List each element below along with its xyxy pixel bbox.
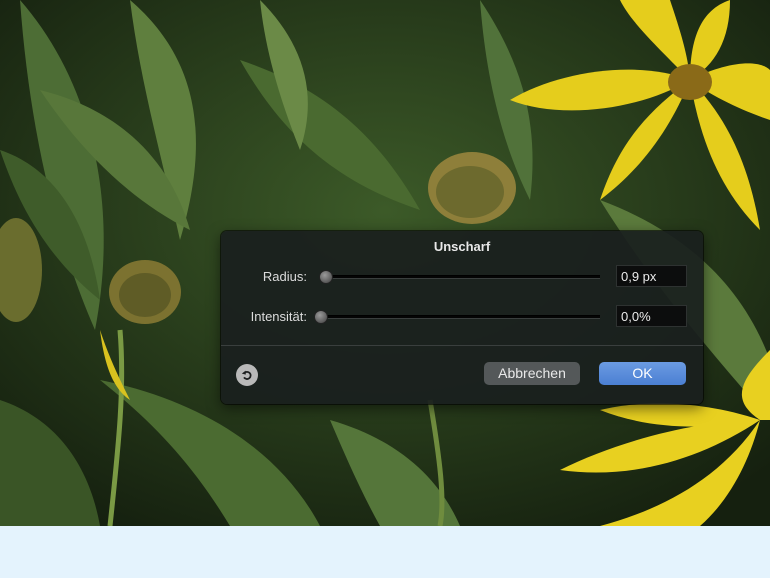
dialog-divider [221, 345, 703, 346]
radius-value-field[interactable]: 0,9 px [616, 265, 687, 287]
unscharf-dialog: Unscharf Radius: 0,9 px Intensität: 0,0%… [221, 231, 703, 404]
dialog-title: Unscharf [433, 239, 491, 254]
reset-button[interactable] [236, 364, 258, 386]
reset-icon [241, 370, 252, 380]
radius-slider-track[interactable] [322, 275, 600, 279]
intensity-slider-track[interactable] [317, 315, 600, 319]
intensity-label: Intensität: [250, 309, 307, 324]
bottom-strip [0, 526, 770, 578]
radius-label: Radius: [262, 269, 307, 284]
radius-slider-knob[interactable] [320, 271, 332, 283]
intensity-value-field[interactable]: 0,0% [616, 305, 687, 327]
ok-button[interactable]: OK [599, 362, 686, 385]
cancel-button[interactable]: Abbrechen [484, 362, 580, 385]
intensity-slider-knob[interactable] [315, 311, 327, 323]
